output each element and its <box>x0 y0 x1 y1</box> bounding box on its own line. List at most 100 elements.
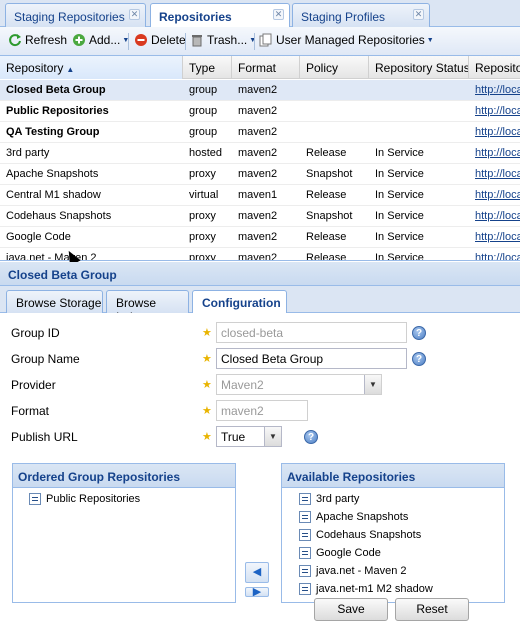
delete-button[interactable]: Delete <box>134 33 186 47</box>
cell-type: group <box>189 84 218 96</box>
chevron-down-icon: ▼ <box>249 36 257 44</box>
cell-type: proxy <box>189 252 216 261</box>
cell-format: maven2 <box>238 252 278 261</box>
table-row[interactable]: Closed Beta Group group maven2 http://loca <box>0 80 520 101</box>
detail-panel-title: Closed Beta Group <box>0 262 520 286</box>
chevron-down-icon: ▼ <box>426 36 434 44</box>
cell-type: virtual <box>189 189 219 201</box>
table-row[interactable]: Public Repositories group maven2 http://loc… <box>0 101 520 122</box>
tab-repositories[interactable]: Repositories ✕ <box>150 3 290 28</box>
help-icon[interactable]: ? <box>412 352 426 366</box>
tab-label: Repositories <box>159 10 232 24</box>
cell-format: maven2 <box>238 126 278 138</box>
cell-name: java.net - Maven 2 <box>6 252 97 261</box>
column-label: Repository Status <box>375 61 469 75</box>
detail-tab-bar: Browse Storage Browse Index Configuratio… <box>0 286 520 324</box>
tab-staging-repositories[interactable]: Staging Repositories ✕ <box>5 3 146 27</box>
list-item[interactable]: java.net - Maven 2 <box>299 565 407 577</box>
cell-url[interactable]: http://loca <box>469 80 520 101</box>
add-button[interactable]: Add... ▼ <box>72 33 129 47</box>
table-row[interactable]: QA Testing Group group maven2 http://loca <box>0 122 520 143</box>
column-header-repository-status[interactable]: Repository Status <box>369 56 469 79</box>
list-item[interactable]: java.net-m1 M2 shadow <box>299 583 433 595</box>
publish-url-select[interactable]: True ▼ <box>216 426 282 447</box>
cell-type: proxy <box>189 231 216 243</box>
group-id-label: Group ID <box>11 326 60 340</box>
publish-url-label: Publish URL <box>11 430 78 444</box>
list-item-label: java.net - Maven 2 <box>316 565 407 577</box>
move-left-button[interactable]: ◀ <box>245 562 269 583</box>
group-id-field[interactable]: closed-beta <box>216 322 407 343</box>
cell-url[interactable]: http://loca <box>469 122 520 143</box>
cell-url[interactable]: http://loca <box>469 206 520 227</box>
column-header-type[interactable]: Type <box>183 56 232 79</box>
save-button[interactable]: Save <box>314 598 388 621</box>
cell-format: maven2 <box>238 168 278 180</box>
required-star-icon: ★ <box>202 379 212 391</box>
table-row[interactable]: Apache Snapshots proxy maven2 Snapshot In Se… <box>0 164 520 185</box>
column-header-repository[interactable]: Repository ▲ <box>0 56 183 79</box>
list-item[interactable]: 3rd party <box>299 493 359 505</box>
trash-button[interactable]: Trash... ▼ <box>190 33 256 47</box>
list-item[interactable]: Apache Snapshots <box>299 511 408 523</box>
user-managed-repositories-button[interactable]: User Managed Repositories ▼ <box>259 33 434 47</box>
toolbar-divider <box>128 33 129 50</box>
close-icon[interactable]: ✕ <box>413 9 424 20</box>
cell-format: maven1 <box>238 189 278 201</box>
move-right-button[interactable]: ▶ <box>245 587 269 597</box>
column-header-policy[interactable]: Policy <box>300 56 369 79</box>
tab-browse-index[interactable]: Browse Index <box>106 290 189 324</box>
reset-button[interactable]: Reset <box>395 598 469 621</box>
cell-url[interactable]: http://loca <box>469 185 520 206</box>
required-star-icon: ★ <box>202 431 212 443</box>
cell-name: Central M1 shadow <box>6 189 101 201</box>
cell-policy: Release <box>306 231 347 243</box>
group-name-field[interactable]: Closed Beta Group <box>216 348 407 369</box>
cell-status: In Service <box>375 147 424 159</box>
cell-url[interactable]: http://loca <box>469 248 520 260</box>
cell-url[interactable]: http://loca <box>469 143 520 164</box>
provider-select[interactable]: Maven2 ▼ <box>216 374 382 395</box>
repository-grid: Repository ▲ Type Format Policy Repositor… <box>0 56 520 261</box>
close-icon[interactable]: ✕ <box>129 9 140 20</box>
provider-value: Maven2 <box>221 378 264 392</box>
tab-staging-profiles[interactable]: Staging Profiles ✕ <box>292 3 430 27</box>
cell-url[interactable]: http://loca <box>469 164 520 185</box>
table-row[interactable]: Codehaus Snapshots proxy maven2 Snapshot In … <box>0 206 520 227</box>
list-item[interactable]: Codehaus Snapshots <box>299 529 421 541</box>
trash-icon <box>190 33 204 47</box>
cell-name: Apache Snapshots <box>6 168 99 180</box>
cell-url[interactable]: http://loca <box>469 227 520 248</box>
list-item-label: Apache Snapshots <box>316 511 409 523</box>
cell-status: In Service <box>375 231 424 243</box>
format-field[interactable]: maven2 <box>216 400 308 421</box>
cell-policy <box>300 101 369 122</box>
column-header-format[interactable]: Format <box>232 56 300 79</box>
table-row[interactable]: Central M1 shadow virtual maven1 Release In … <box>0 185 520 206</box>
column-header-repository-url[interactable]: Repositor <box>469 56 520 79</box>
top-tab-bar: Staging Repositories ✕ Repositories ✕ St… <box>0 0 520 28</box>
cell-name: 3rd party <box>6 147 50 159</box>
cell-format: maven2 <box>238 147 278 159</box>
refresh-button[interactable]: Refresh <box>8 33 67 47</box>
tab-label: Staging Repositories <box>14 10 125 24</box>
help-icon[interactable]: ? <box>304 430 318 444</box>
trash-label: Trash... <box>207 33 248 47</box>
cell-format: maven2 <box>238 105 278 117</box>
help-icon[interactable]: ? <box>412 326 426 340</box>
tab-configuration[interactable]: Configuration <box>192 290 287 314</box>
cell-format: maven2 <box>238 84 278 96</box>
table-row[interactable]: 3rd party hosted maven2 Release In Service ht… <box>0 143 520 164</box>
cell-policy <box>300 122 369 143</box>
chevron-down-icon[interactable]: ▼ <box>264 427 281 446</box>
chevron-down-icon[interactable]: ▼ <box>364 375 381 394</box>
close-icon[interactable]: ✕ <box>273 9 284 20</box>
list-item[interactable]: Google Code <box>299 547 381 559</box>
list-item[interactable]: Public Repositories <box>29 493 140 505</box>
sort-ascending-icon: ▲ <box>66 65 75 74</box>
table-row[interactable]: Google Code proxy maven2 Release In Service h… <box>0 227 520 248</box>
tab-browse-storage[interactable]: Browse Storage <box>6 290 103 313</box>
cell-type: proxy <box>189 210 216 222</box>
cell-name: Public Repositories <box>6 105 109 117</box>
cell-url[interactable]: http://loca <box>469 101 520 122</box>
